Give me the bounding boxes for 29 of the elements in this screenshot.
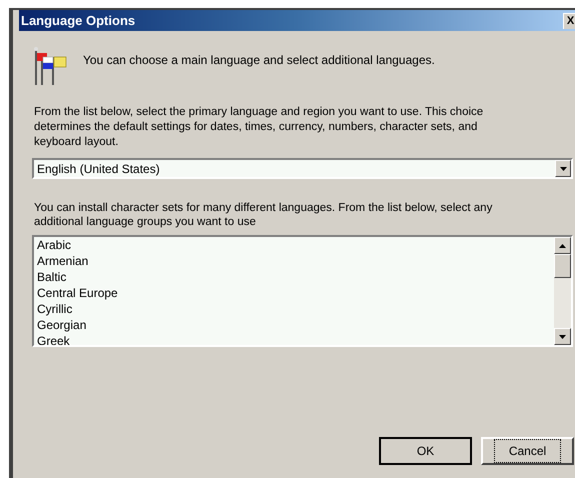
list-item[interactable]: Georgian xyxy=(37,317,554,333)
list-item[interactable]: Armenian xyxy=(37,253,554,269)
language-groups-text: additional language groups you want to use xyxy=(34,215,256,229)
dialog-button[interactable]: OK xyxy=(379,437,472,465)
list-item[interactable]: Cyrillic xyxy=(37,301,554,317)
language-groups-text: You can install character sets for many different languages. From the list below, select any xyxy=(34,201,492,215)
scroll-down-button[interactable] xyxy=(554,328,571,345)
scrollbar[interactable] xyxy=(554,237,571,345)
list-item[interactable]: Central Europe xyxy=(37,285,554,301)
close-button[interactable]: X xyxy=(563,12,575,28)
list-item[interactable]: Baltic xyxy=(37,269,554,285)
intro-text: You can choose a main language and select additional languages. xyxy=(83,52,435,69)
down-arrow-icon xyxy=(560,166,566,170)
language-groups-list[interactable]: Arabic Armenian Baltic Central Europe Cyrillic Georgian Greek xyxy=(32,235,573,347)
window-title: Language Options xyxy=(21,12,136,30)
up-arrow-icon xyxy=(559,244,566,248)
scroll-up-button[interactable] xyxy=(554,237,571,254)
select-value: English (United States) xyxy=(36,160,161,178)
flags-icon xyxy=(33,47,67,87)
down-arrow-icon xyxy=(559,334,566,338)
list-item[interactable]: Arabic xyxy=(37,237,554,253)
dialog-button[interactable]: Cancel xyxy=(481,437,574,465)
list-item[interactable]: Greek xyxy=(37,333,554,345)
primary-language-text: From the list below, select the primary language and region you want to use. This choice xyxy=(34,105,484,120)
scroll-thumb[interactable] xyxy=(554,254,571,278)
primary-language-text: keyboard layout. xyxy=(34,135,118,150)
primary-language-select[interactable]: English (United States) xyxy=(32,158,573,179)
primary-language-text: determines the default settings for dates, times, currency, numbers, character sets, and xyxy=(34,120,478,135)
dropdown-button[interactable] xyxy=(555,160,571,177)
